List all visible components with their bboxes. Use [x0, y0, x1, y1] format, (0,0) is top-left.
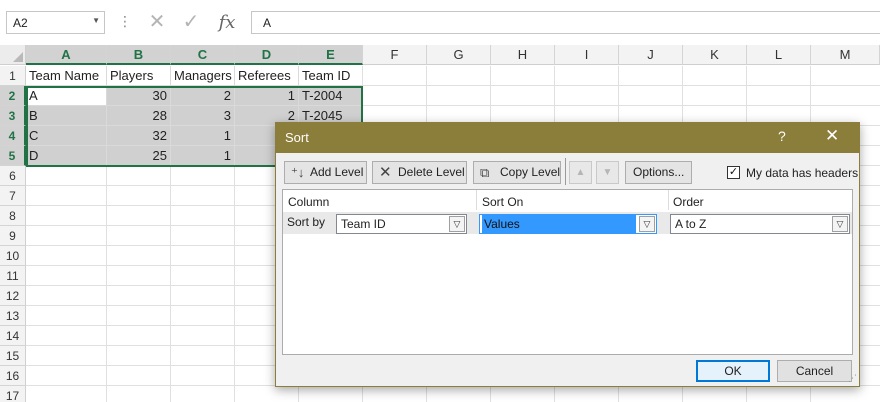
delete-level-icon: ✕ — [379, 164, 392, 181]
cancel-entry-icon[interactable]: ✕ — [142, 11, 172, 34]
header-divider — [668, 190, 669, 210]
dialog-title: Sort — [285, 130, 309, 145]
delete-level-button[interactable]: ✕ Delete Level — [372, 161, 467, 184]
sort-on-select-value: Values — [482, 215, 636, 233]
chevron-down-icon[interactable]: ▽ — [639, 216, 655, 232]
column-header: Column — [288, 195, 330, 209]
order-select[interactable]: A to Z ▽ — [670, 214, 850, 234]
cancel-button[interactable]: Cancel — [777, 360, 852, 382]
headers-checkbox-label[interactable]: My data has headers — [746, 166, 858, 180]
formula-bar: A2 ▼ ⋮ ✕ ✓ fx A — [0, 0, 880, 44]
help-icon[interactable]: ? — [778, 128, 786, 144]
chevron-down-icon[interactable]: ▼ — [92, 16, 100, 25]
close-icon[interactable]: ✕ — [825, 126, 839, 146]
sort-levels-list: Column Sort On Order Sort by Team ID ▽ V… — [282, 189, 853, 355]
move-up-icon: ▲ — [575, 167, 586, 178]
ok-button[interactable]: OK — [696, 360, 770, 382]
add-level-label: Add Level — [310, 165, 364, 179]
formula-value: A — [263, 16, 272, 30]
add-level-button[interactable]: ⁺↓ Add Level — [284, 161, 367, 184]
copy-level-label: Copy Level — [500, 165, 561, 179]
chevron-down-icon[interactable]: ▽ — [832, 216, 848, 232]
move-down-button[interactable]: ▼ — [596, 161, 619, 184]
formula-buttons: ✕ ✓ fx — [138, 11, 250, 34]
formula-input[interactable]: A — [251, 11, 880, 34]
header-divider — [476, 190, 477, 210]
sort-dialog: Sort ? ✕ ⁺↓ Add Level ✕ Delete Level ⧉ C… — [275, 122, 860, 387]
options-label: Options... — [633, 165, 685, 179]
copy-level-button[interactable]: ⧉ Copy Level — [473, 161, 561, 184]
column-select[interactable]: Team ID ▽ — [336, 214, 467, 234]
sort-by-label: Sort by — [287, 215, 326, 229]
order-select-value: A to Z — [675, 217, 707, 231]
options-button[interactable]: Options... — [625, 161, 692, 184]
dialog-title-bar[interactable]: Sort ? ✕ — [276, 123, 859, 153]
name-box[interactable]: A2 ▼ — [6, 11, 105, 34]
sort-on-header: Sort On — [482, 195, 524, 209]
delete-level-label: Delete Level — [398, 165, 465, 179]
confirm-entry-icon[interactable]: ✓ — [176, 11, 206, 34]
headers-checkbox[interactable]: ✓ — [727, 166, 740, 179]
toolbar-separator — [565, 158, 566, 185]
chevron-down-icon[interactable]: ▽ — [449, 216, 465, 232]
insert-function-icon[interactable]: fx — [212, 11, 242, 34]
more-options-icon: ⋮ — [118, 13, 132, 29]
resize-grip-icon[interactable]: ⋰ — [848, 373, 857, 384]
move-up-button[interactable]: ▲ — [569, 161, 592, 184]
add-level-icon: ⁺↓ — [291, 165, 305, 180]
copy-level-icon: ⧉ — [480, 165, 490, 180]
column-select-value: Team ID — [341, 217, 386, 231]
order-header: Order — [673, 195, 704, 209]
sort-on-select[interactable]: Values ▽ — [479, 214, 657, 234]
name-box-value: A2 — [13, 16, 28, 30]
move-down-icon: ▼ — [602, 167, 613, 178]
